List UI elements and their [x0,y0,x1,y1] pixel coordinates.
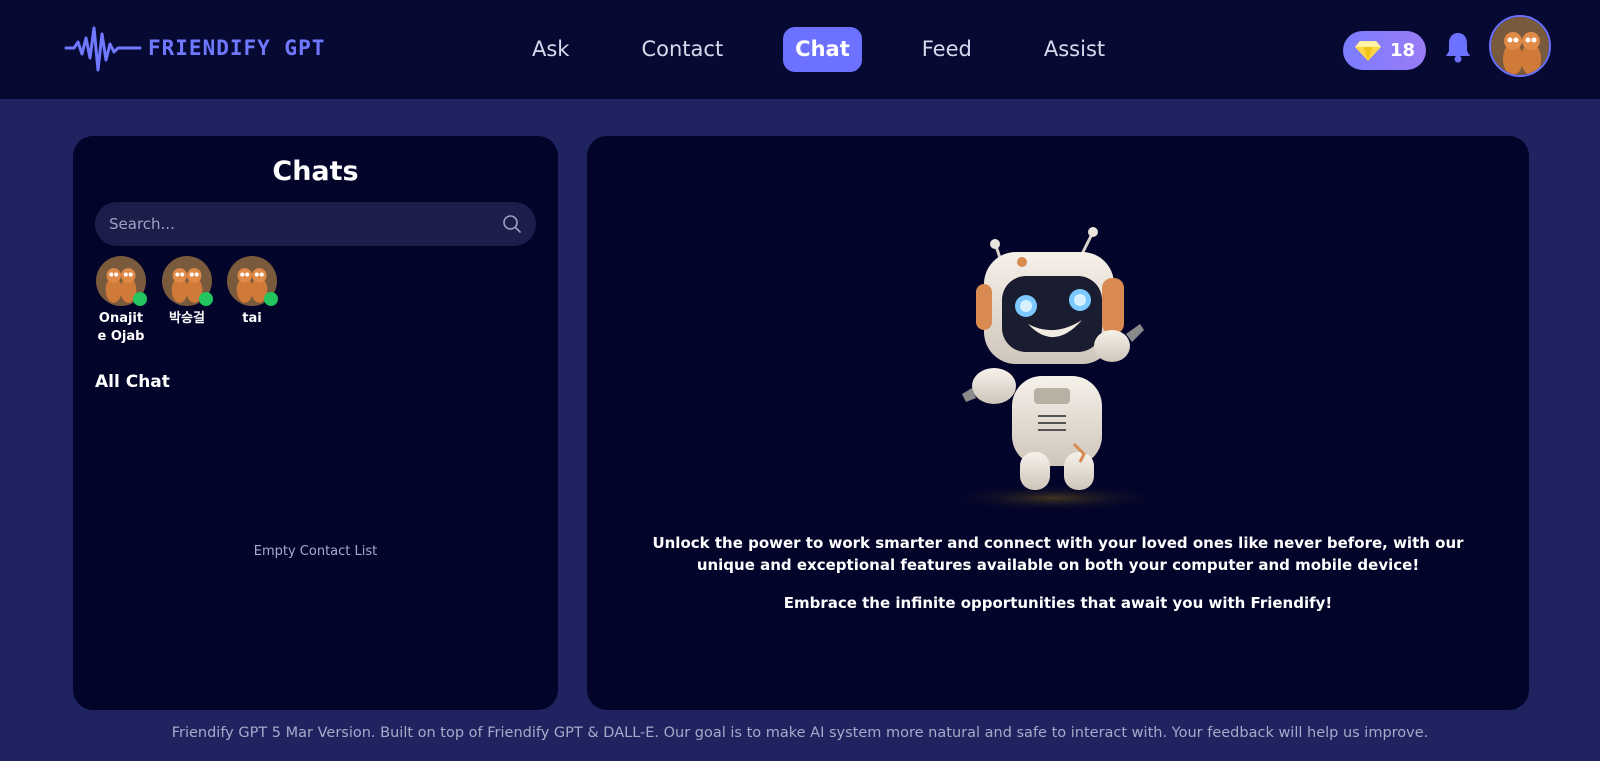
empty-contact-message: Empty Contact List [253,544,378,559]
nav-chat[interactable]: Chat [783,27,862,72]
contact-avatar [162,256,213,306]
search-icon[interactable] [502,214,522,234]
all-chat-heading: All Chat [95,372,170,392]
nav-feed[interactable]: Feed [910,27,984,72]
contact-avatar [227,256,278,306]
nav-contact[interactable]: Contact [629,27,735,72]
chats-title: Chats [272,156,359,187]
bell-icon[interactable] [1444,31,1472,63]
welcome-panel: Unlock the power to work smarter and con… [587,136,1529,710]
welcome-tagline: Embrace the infinite opportunities that … [783,594,1333,612]
gem-icon [1354,40,1381,61]
footer-text: Friendify GPT 5 Mar Version. Built on to… [171,725,1429,741]
nav-ask[interactable]: Ask [520,27,581,72]
logo[interactable]: Friendify GPT [64,20,325,76]
contact-name: tai [242,311,262,326]
contact-name: Onajite Ojabacł [97,311,145,344]
online-status-dot [133,292,147,306]
search-input[interactable] [109,202,489,246]
contact-item[interactable]: Onajite Ojabacł [95,256,147,346]
contact-item[interactable]: 박승걸 [161,256,213,328]
online-status-dot [264,292,278,306]
logo-text: Friendify GPT [148,36,326,60]
waveform-logo-icon [64,26,142,72]
gem-count: 18 [1389,40,1416,61]
avatar-image [1491,17,1549,75]
nav-assist[interactable]: Assist [1032,27,1117,72]
contact-avatar [96,256,147,306]
robot-illustration [942,227,1166,512]
user-avatar[interactable] [1489,15,1551,77]
chats-panel: Chats Onajite Ojabacł [73,136,558,710]
search-box [95,202,536,246]
top-header: Friendify GPT Ask Contact Chat Feed Assi… [0,0,1600,99]
online-status-dot [199,292,213,306]
contact-name: 박승걸 [169,311,205,326]
welcome-message: Unlock the power to work smarter and con… [652,534,1464,574]
contact-item[interactable]: tai [226,256,278,328]
main-nav: Ask Contact Chat Feed Assist [520,27,1117,72]
gem-balance-badge[interactable]: 18 [1343,31,1426,70]
